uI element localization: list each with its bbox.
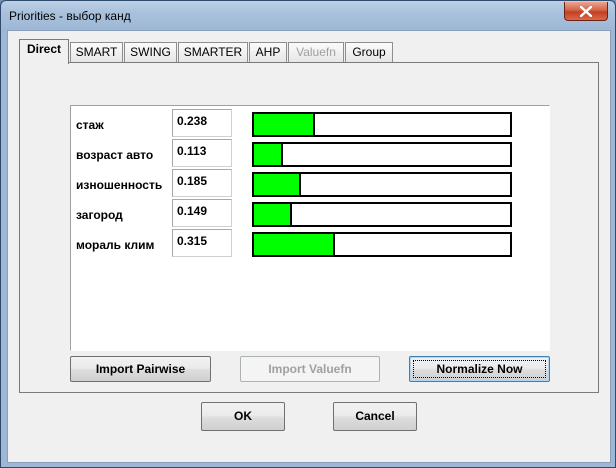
ok-button[interactable]: OK xyxy=(201,402,285,431)
criterion-row: загород 0.149 xyxy=(71,199,549,227)
focus-ring xyxy=(413,360,546,378)
weight-bar[interactable] xyxy=(252,202,512,227)
weight-input[interactable]: 0.238 xyxy=(172,109,232,137)
direct-tab-panel: стаж 0.238 возраст авто 0.113 изношеннос… xyxy=(19,62,599,393)
criterion-row: возраст авто 0.113 xyxy=(71,139,549,167)
normalize-now-button[interactable]: Normalize Now xyxy=(409,356,550,382)
weight-bar[interactable] xyxy=(252,232,512,257)
weight-bar-fill xyxy=(254,144,283,165)
criterion-row: мораль клим 0.315 xyxy=(71,229,549,257)
criterion-label: мораль клим xyxy=(76,238,155,252)
criteria-weights-area: стаж 0.238 возраст авто 0.113 изношеннос… xyxy=(70,105,550,351)
tab-valuefn: Valuefn xyxy=(288,42,344,62)
window-title: Priorities - выбор канд xyxy=(9,9,131,23)
close-icon xyxy=(580,5,592,17)
weight-bar[interactable] xyxy=(252,172,512,197)
tab-group[interactable]: Group xyxy=(345,42,393,62)
import-pairwise-button[interactable]: Import Pairwise xyxy=(70,356,211,382)
tab-swing[interactable]: SWING xyxy=(124,42,177,62)
weight-bar[interactable] xyxy=(252,142,512,167)
dialog-client-area: Direct SMART SWING SMARTER AHP Valuefn G… xyxy=(7,30,611,463)
cancel-button[interactable]: Cancel xyxy=(333,402,417,431)
weight-bar-fill xyxy=(254,234,335,255)
criterion-label: изношенность xyxy=(76,178,163,192)
close-button[interactable] xyxy=(564,2,608,21)
criterion-label: возраст авто xyxy=(76,148,154,162)
tab-ahp[interactable]: AHP xyxy=(249,42,287,62)
import-valuefn-button: Import Valuefn xyxy=(240,356,380,382)
tab-smart[interactable]: SMART xyxy=(70,42,123,62)
criterion-row: стаж 0.238 xyxy=(71,109,549,137)
weight-input[interactable]: 0.149 xyxy=(172,199,232,227)
criterion-row: изношенность 0.185 xyxy=(71,169,549,197)
weight-input[interactable]: 0.315 xyxy=(172,229,232,257)
criterion-label: стаж xyxy=(76,118,104,132)
weight-bar-fill xyxy=(254,174,302,195)
criterion-label: загород xyxy=(76,208,123,222)
weight-bar-fill xyxy=(254,114,315,135)
weight-input[interactable]: 0.113 xyxy=(172,139,232,167)
weight-bar-fill xyxy=(254,204,293,225)
dialog-window: Priorities - выбор канд Direct SMART SWI… xyxy=(0,0,616,468)
weight-input[interactable]: 0.185 xyxy=(172,169,232,197)
weight-bar[interactable] xyxy=(252,112,512,137)
tab-smarter[interactable]: SMARTER xyxy=(178,42,248,62)
tab-direct[interactable]: Direct xyxy=(19,39,69,64)
